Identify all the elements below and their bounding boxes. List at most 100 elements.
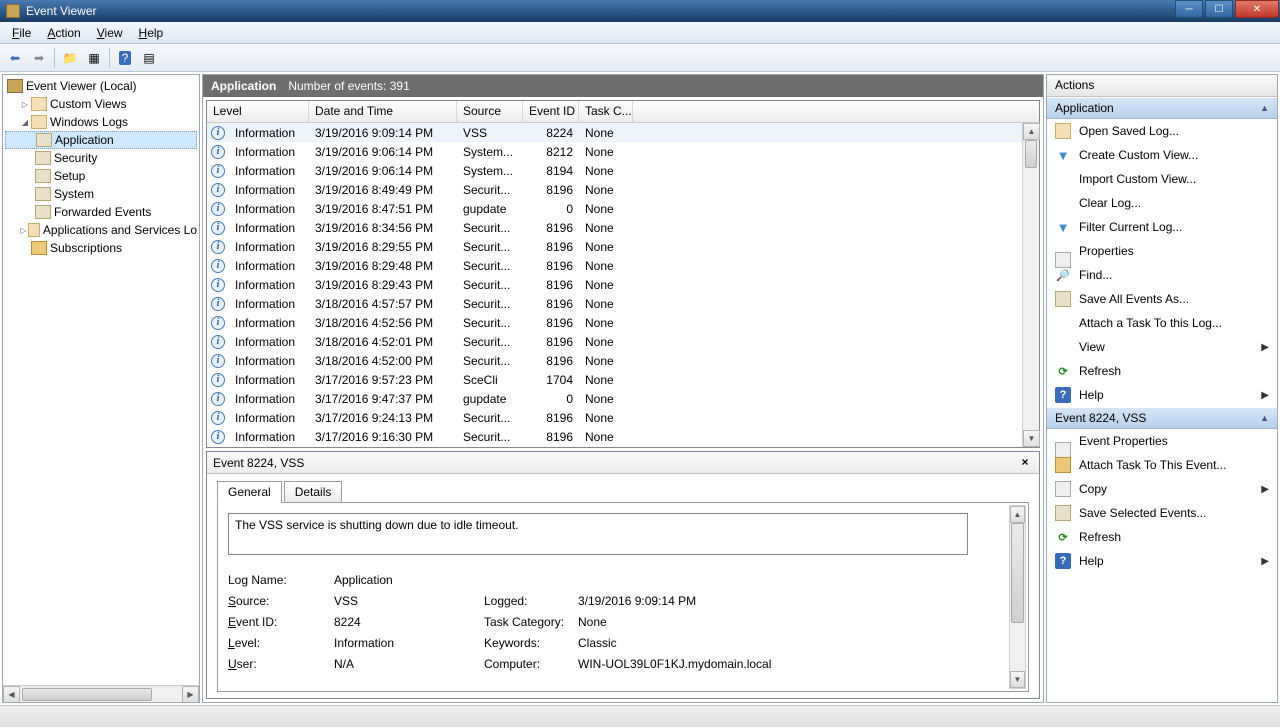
action-clear-log[interactable]: Clear Log...: [1047, 191, 1277, 215]
tree-windows-logs[interactable]: Windows Logs: [5, 113, 197, 131]
tree-system[interactable]: System: [5, 185, 197, 203]
action-filter-log[interactable]: ▼Filter Current Log...: [1047, 215, 1277, 239]
action-help-event[interactable]: ?Help▶: [1047, 549, 1277, 573]
info-icon: i: [211, 297, 225, 311]
save-icon: [1055, 291, 1071, 307]
scroll-thumb[interactable]: [1011, 523, 1024, 623]
collapse-icon[interactable]: [19, 117, 31, 127]
info-icon: i: [211, 335, 225, 349]
close-button[interactable]: ✕: [1235, 0, 1279, 18]
action-properties[interactable]: Properties: [1047, 239, 1277, 263]
table-row[interactable]: iInformation3/17/2016 9:16:30 PMSecurit.…: [207, 427, 1039, 445]
scroll-right-button[interactable]: ▶: [182, 686, 199, 703]
col-source[interactable]: Source: [457, 101, 523, 122]
toolbar-preview[interactable]: ▤: [138, 47, 160, 69]
maximize-button[interactable]: ☐: [1205, 0, 1233, 18]
table-row[interactable]: iInformation3/17/2016 9:47:37 PMgupdate0…: [207, 389, 1039, 408]
action-open-saved-log[interactable]: Open Saved Log...: [1047, 119, 1277, 143]
cell-taskcat: None: [579, 297, 633, 311]
table-row[interactable]: iInformation3/19/2016 8:29:48 PMSecurit.…: [207, 256, 1039, 275]
tree-horizontal-scrollbar[interactable]: ◀ ▶: [3, 685, 199, 702]
col-datetime[interactable]: Date and Time: [309, 101, 457, 122]
action-refresh-event[interactable]: ⟳Refresh: [1047, 525, 1277, 549]
table-row[interactable]: iInformation3/18/2016 4:52:00 PMSecurit.…: [207, 351, 1039, 370]
cell-source: Securit...: [457, 183, 523, 197]
menu-action[interactable]: Action: [39, 23, 88, 43]
tree-forwarded[interactable]: Forwarded Events: [5, 203, 197, 221]
tab-general[interactable]: General: [217, 481, 282, 503]
menu-help[interactable]: Help: [131, 23, 172, 43]
expand-icon[interactable]: [19, 99, 31, 109]
expand-icon[interactable]: [19, 225, 28, 235]
info-icon: i: [211, 430, 225, 444]
info-icon: i: [211, 221, 225, 235]
action-refresh[interactable]: ⟳Refresh: [1047, 359, 1277, 383]
tree-setup[interactable]: Setup: [5, 167, 197, 185]
toolbar-show-tree[interactable]: 📁: [59, 47, 81, 69]
cell-datetime: 3/19/2016 8:49:49 PM: [309, 183, 457, 197]
grid-vertical-scrollbar[interactable]: ▲ ▼: [1022, 123, 1039, 447]
action-view[interactable]: View▶: [1047, 335, 1277, 359]
cell-level: Information: [229, 411, 309, 425]
detail-vertical-scrollbar[interactable]: ▲ ▼: [1009, 505, 1026, 689]
actions-group-event[interactable]: Event 8224, VSS▲: [1047, 407, 1277, 429]
cell-datetime: 3/19/2016 9:06:14 PM: [309, 164, 457, 178]
scroll-thumb[interactable]: [1025, 140, 1037, 168]
scroll-left-button[interactable]: ◀: [3, 686, 20, 703]
info-icon: i: [211, 392, 225, 406]
menu-view[interactable]: View: [89, 23, 131, 43]
table-row[interactable]: iInformation3/18/2016 4:52:56 PMSecurit.…: [207, 313, 1039, 332]
action-find[interactable]: 🔎Find...: [1047, 263, 1277, 287]
action-import-custom-view[interactable]: Import Custom View...: [1047, 167, 1277, 191]
action-attach-task-event[interactable]: Attach Task To This Event...: [1047, 453, 1277, 477]
window-title: Event Viewer: [26, 4, 1174, 18]
action-attach-task[interactable]: Attach a Task To this Log...: [1047, 311, 1277, 335]
table-row[interactable]: iInformation3/19/2016 8:29:43 PMSecurit.…: [207, 275, 1039, 294]
action-save-selected[interactable]: Save Selected Events...: [1047, 501, 1277, 525]
scroll-up-button[interactable]: ▲: [1023, 123, 1040, 140]
tab-details[interactable]: Details: [284, 481, 343, 503]
tree-application[interactable]: Application: [5, 131, 197, 149]
table-row[interactable]: iInformation3/19/2016 9:06:14 PMSystem..…: [207, 161, 1039, 180]
toolbar-properties[interactable]: ▦: [83, 47, 105, 69]
table-row[interactable]: iInformation3/18/2016 4:57:57 PMSecurit.…: [207, 294, 1039, 313]
table-row[interactable]: iInformation3/18/2016 4:52:01 PMSecurit.…: [207, 332, 1039, 351]
toolbar-help[interactable]: ?: [114, 47, 136, 69]
tree-subscriptions[interactable]: Subscriptions: [5, 239, 197, 257]
table-row[interactable]: iInformation3/19/2016 8:49:49 PMSecurit.…: [207, 180, 1039, 199]
action-event-properties[interactable]: Event Properties: [1047, 429, 1277, 453]
tree-security[interactable]: Security: [5, 149, 197, 167]
scroll-thumb[interactable]: [22, 688, 152, 701]
forward-button[interactable]: ➡: [28, 47, 50, 69]
collapse-icon[interactable]: ▲: [1260, 103, 1269, 113]
menu-file[interactable]: File: [4, 23, 39, 43]
table-row[interactable]: iInformation3/17/2016 9:24:13 PMSecurit.…: [207, 408, 1039, 427]
table-row[interactable]: iInformation3/19/2016 9:09:14 PMVSS8224N…: [207, 123, 1039, 142]
actions-group-application[interactable]: Application▲: [1047, 97, 1277, 119]
action-create-custom-view[interactable]: ▼Create Custom View...: [1047, 143, 1277, 167]
cell-source: Securit...: [457, 335, 523, 349]
col-level[interactable]: Level: [207, 101, 309, 122]
table-row[interactable]: iInformation3/19/2016 8:34:56 PMSecurit.…: [207, 218, 1039, 237]
action-help[interactable]: ?Help▶: [1047, 383, 1277, 407]
minimize-button[interactable]: ─: [1175, 0, 1203, 18]
tree-apps-services[interactable]: Applications and Services Lo: [5, 221, 197, 239]
table-row[interactable]: iInformation3/17/2016 9:57:23 PMSceCli17…: [207, 370, 1039, 389]
scroll-up-button[interactable]: ▲: [1010, 506, 1025, 523]
table-row[interactable]: iInformation3/19/2016 9:06:14 PMSystem..…: [207, 142, 1039, 161]
tree-custom-views[interactable]: Custom Views: [5, 95, 197, 113]
table-row[interactable]: iInformation3/19/2016 8:47:51 PMgupdate0…: [207, 199, 1039, 218]
back-button[interactable]: ⬅: [4, 47, 26, 69]
tree-root[interactable]: Event Viewer (Local): [5, 77, 197, 95]
chevron-right-icon: ▶: [1261, 342, 1269, 353]
action-copy[interactable]: Copy▶: [1047, 477, 1277, 501]
col-taskcategory[interactable]: Task C...: [579, 101, 633, 122]
log-icon: [35, 169, 51, 183]
col-eventid[interactable]: Event ID: [523, 101, 579, 122]
table-row[interactable]: iInformation3/19/2016 8:29:55 PMSecurit.…: [207, 237, 1039, 256]
scroll-down-button[interactable]: ▼: [1023, 430, 1040, 447]
detail-close-button[interactable]: ×: [1017, 455, 1033, 471]
action-save-all[interactable]: Save All Events As...: [1047, 287, 1277, 311]
scroll-down-button[interactable]: ▼: [1010, 671, 1025, 688]
collapse-icon[interactable]: ▲: [1260, 413, 1269, 423]
